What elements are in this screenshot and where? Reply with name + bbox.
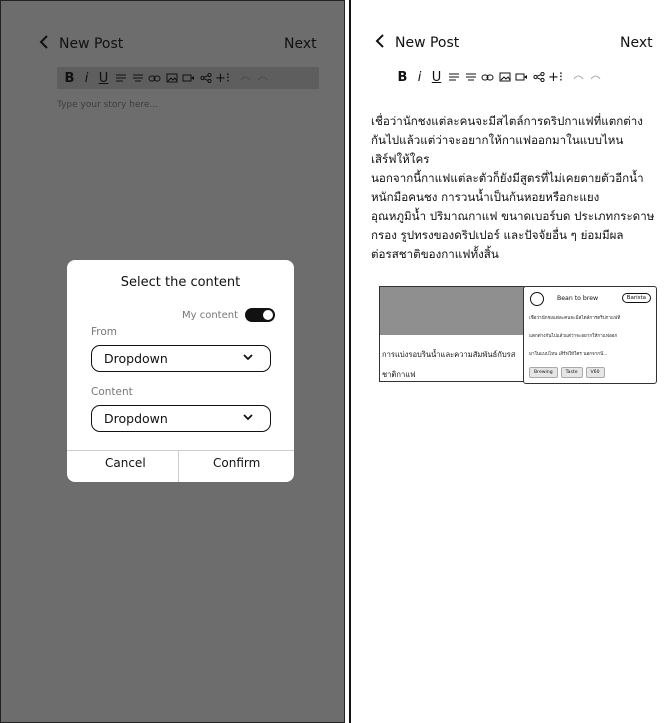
header: New Post Next xyxy=(351,0,670,68)
add-more-button[interactable]: +⁝ xyxy=(547,66,564,88)
confirm-button[interactable]: Confirm xyxy=(213,456,260,470)
article-caption: การแบ่งรอบรินน้ำและความสัมพันธ์กับรส ชาต… xyxy=(382,345,522,385)
cancel-button[interactable]: Cancel xyxy=(105,456,146,470)
select-content-dialog: Select the content My content From Dropd… xyxy=(67,260,294,482)
page-title: New Post xyxy=(395,35,460,51)
my-content-toggle[interactable] xyxy=(245,308,275,322)
article-caption-line: การแบ่งรอบรินน้ำและความสัมพันธ์กับรส xyxy=(382,350,516,359)
video-icon[interactable] xyxy=(513,66,530,88)
tag[interactable]: Brewing xyxy=(529,367,558,378)
format-toolbar: B i U +⁝ xyxy=(394,66,656,88)
article-image-placeholder xyxy=(380,287,524,335)
bold-button[interactable]: B xyxy=(61,67,78,89)
redo-icon[interactable] xyxy=(587,66,604,88)
bullet-list-icon[interactable] xyxy=(112,67,129,89)
italic-button[interactable]: i xyxy=(411,66,428,88)
story-input[interactable]: Type your story here... xyxy=(57,100,158,110)
content-dropdown[interactable]: Dropdown xyxy=(91,405,271,432)
italic-button[interactable]: i xyxy=(78,67,95,89)
dialog-divider xyxy=(67,450,294,451)
chevron-down-icon xyxy=(243,354,253,361)
profile-text-line: แตกต่างกันไปแล้วแต่ว่าจะอยากให้กาแฟออก xyxy=(529,334,618,339)
underline-button[interactable]: U xyxy=(95,67,112,89)
embedded-article-card[interactable]: การแบ่งรอบรินน้ำและความสัมพันธ์กับรส ชาต… xyxy=(379,286,525,382)
dialog-title: Select the content xyxy=(120,275,241,290)
header: New Post Next xyxy=(1,1,344,69)
bullet-list-icon[interactable] xyxy=(445,66,462,88)
page-title: New Post xyxy=(59,36,124,52)
image-icon[interactable] xyxy=(496,66,513,88)
story-line: เสิร์ฟให้ใคร xyxy=(371,152,430,166)
story-line: อุณหภูมิน้ำ ปริมาณกาแฟ ขนาดเบอร์บด ประเภ… xyxy=(371,209,655,223)
chevron-down-icon xyxy=(243,414,253,421)
content-dropdown-value: Dropdown xyxy=(104,411,168,426)
story-line: นอกจากนี้กาแฟแต่ละตัวก็ยังมีสูตรที่ไม่เค… xyxy=(371,171,644,185)
article-caption-line: ชาติกาแฟ xyxy=(382,370,416,379)
profile-name: Bean to brew xyxy=(557,295,599,302)
right-screen: New Post Next B i U +⁝ เชื่อว่านักชงแต่ล… xyxy=(349,0,670,723)
from-dropdown[interactable]: Dropdown xyxy=(91,345,271,372)
image-icon[interactable] xyxy=(163,67,180,89)
share-icon[interactable] xyxy=(197,67,214,89)
bold-button[interactable]: B xyxy=(394,66,411,88)
next-button[interactable]: Next xyxy=(284,36,317,52)
tag[interactable]: Taste xyxy=(560,367,583,378)
share-icon[interactable] xyxy=(530,66,547,88)
link-icon[interactable] xyxy=(479,66,496,88)
left-screen: New Post Next B i U +⁝ Type your story h… xyxy=(0,0,345,723)
content-label: Content xyxy=(91,386,133,398)
undo-icon[interactable] xyxy=(237,67,254,89)
story-line: หนักมือคนชง การวนน้ำเป็นก้นหอยหรือกะแยง xyxy=(371,190,600,204)
my-content-row: My content xyxy=(182,308,275,322)
link-icon[interactable] xyxy=(146,67,163,89)
format-toolbar: B i U +⁝ xyxy=(57,67,319,89)
back-chevron-icon[interactable] xyxy=(37,34,51,50)
from-dropdown-value: Dropdown xyxy=(104,351,168,366)
numbered-list-icon[interactable] xyxy=(129,67,146,89)
story-line: ต่อรสชาติของกาแฟทั้งสิ้น xyxy=(371,247,499,261)
role-badge: Barista xyxy=(621,293,651,303)
story-line: กันไปแล้วแต่ว่าจะอยากให้กาแฟออกมาในแบบไห… xyxy=(371,133,624,147)
profile-text-line: เชื่อว่านักชงแต่ละคนจะมีสไตล์การดริปกาแฟ… xyxy=(529,316,621,321)
tag-list: Brewing Taste V60 xyxy=(529,367,605,378)
from-label: From xyxy=(91,326,118,338)
story-body[interactable]: เชื่อว่านักชงแต่ละคนจะมีสไตล์การดริปกาแฟ… xyxy=(371,112,661,264)
tag[interactable]: V60 xyxy=(585,367,605,378)
avatar xyxy=(530,292,544,306)
underline-button[interactable]: U xyxy=(428,66,445,88)
next-button[interactable]: Next xyxy=(620,35,653,51)
video-icon[interactable] xyxy=(180,67,197,89)
numbered-list-icon[interactable] xyxy=(462,66,479,88)
story-line: เชื่อว่านักชงแต่ละคนจะมีสไตล์การดริปกาแฟ… xyxy=(371,114,643,128)
my-content-label: My content xyxy=(181,309,238,321)
redo-icon[interactable] xyxy=(254,67,271,89)
profile-text-line: มาในแบบไหน เสิร์ฟให้ใคร นอกจากนี้... xyxy=(529,352,608,357)
embedded-profile-card[interactable]: Bean to brew Barista เชื่อว่านักชงแต่ละค… xyxy=(523,286,657,384)
story-line: กรอง รูปทรงของดริปเปอร์ และปัจจัยอื่น ๆ … xyxy=(371,228,624,242)
dialog-button-divider xyxy=(178,450,179,482)
undo-icon[interactable] xyxy=(570,66,587,88)
back-chevron-icon[interactable] xyxy=(373,33,387,49)
add-more-button[interactable]: +⁝ xyxy=(214,67,231,89)
